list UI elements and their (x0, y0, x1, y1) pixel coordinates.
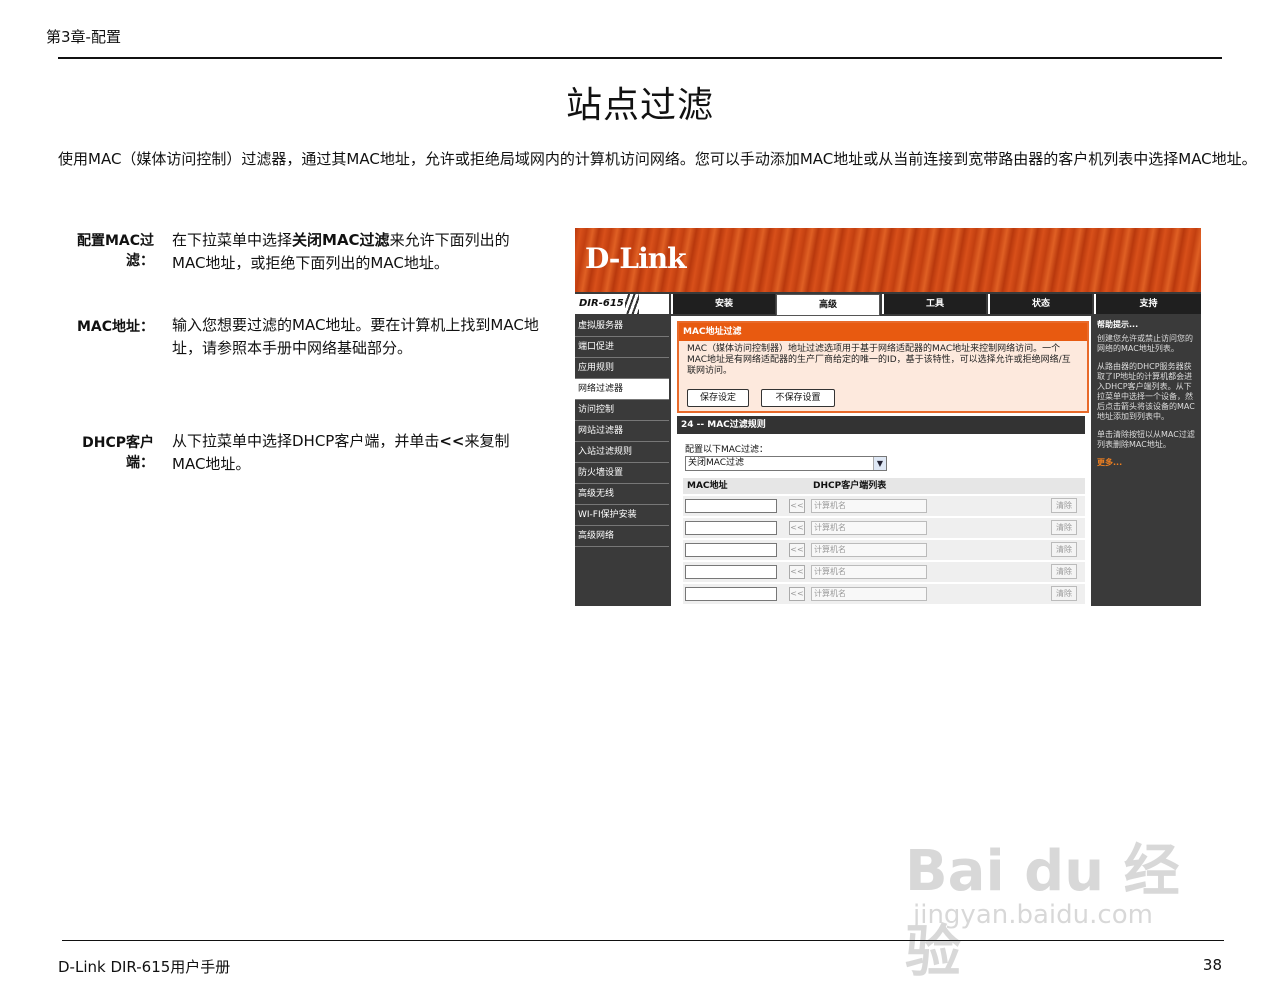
mac-address-input[interactable] (685, 587, 777, 601)
nav-advanced-wireless[interactable]: 高级无线 (575, 484, 669, 505)
model-label: DIR-615 (575, 294, 669, 314)
footer-rule (62, 940, 1224, 941)
item-desc-dhcp-client: 从下拉菜单中选择DHCP客户端，并单击<<来复制MAC地址。 (172, 432, 510, 473)
help-text-2: 从路由器的DHCP服务器获取了IP地址的计算机都会进入DHCP客户端列表。从下拉… (1097, 362, 1195, 421)
help-more-link[interactable]: 更多... (1093, 458, 1201, 476)
help-sidebar: 帮助提示... 创建您允许或禁止访问您的网络的MAC地址列表。 从路由器的DHC… (1093, 316, 1201, 606)
nav-website-filter[interactable]: 网站过滤器 (575, 421, 669, 442)
router-banner: D-Link (575, 228, 1201, 292)
nav-application-rules[interactable]: 应用规则 (575, 358, 669, 379)
help-text-1: 创建您允许或禁止访问您的网络的MAC地址列表。 (1097, 334, 1193, 353)
dont-save-button[interactable]: 不保存设置 (761, 389, 835, 407)
tab-advanced[interactable]: 高级 (776, 294, 880, 316)
rule-row: << 计算机名 清除 (683, 584, 1085, 604)
router-sidebar: 虚拟服务器 端口促进 应用规则 网络过滤器 访问控制 网站过滤器 入站过滤规则 … (575, 316, 669, 606)
col-mac-address: MAC地址 (687, 481, 728, 491)
nav-advanced-network[interactable]: 高级网络 (575, 526, 669, 547)
help-title: 帮助提示... (1097, 320, 1139, 329)
nav-virtual-server[interactable]: 虚拟服务器 (575, 316, 669, 337)
nav-port-forwarding[interactable]: 端口促进 (575, 337, 669, 358)
item-desc-mac-address: 输入您想要过滤的MAC地址。要在计算机上找到MAC地址，请参照本手册中网络基础部… (172, 316, 539, 357)
mac-address-input[interactable] (685, 521, 777, 535)
copy-mac-button[interactable]: << (789, 565, 805, 579)
chapter-header: 第3章-配置 (46, 28, 121, 46)
rules-column-header: MAC地址 DHCP客户端列表 (683, 478, 1085, 494)
mac-address-input[interactable] (685, 543, 777, 557)
nav-network-filter[interactable]: 网络过滤器 (575, 379, 669, 400)
clear-button[interactable]: 清除 (1051, 498, 1077, 513)
dhcp-client-select[interactable]: 计算机名 (811, 565, 927, 579)
mac-rules-title: 24 -- MAC过滤规则 (677, 416, 1085, 434)
config-filter-label: 配置以下MAC过滤： (685, 445, 769, 455)
copy-mac-button[interactable]: << (789, 521, 805, 535)
dhcp-client-select[interactable]: 计算机名 (811, 521, 927, 535)
dhcp-client-select[interactable]: 计算机名 (811, 587, 927, 601)
item-desc-config-mac: 在下拉菜单中选择关闭MAC过滤来允许下面列出的MAC地址，或拒绝下面列出的MAC… (172, 231, 510, 272)
mac-address-input[interactable] (685, 499, 777, 513)
col-dhcp-list: DHCP客户端列表 (813, 481, 887, 491)
mac-address-input[interactable] (685, 565, 777, 579)
intro-paragraph: 使用MAC（媒体访问控制）过滤器，通过其MAC地址，允许或拒绝局域网内的计算机访… (58, 150, 1257, 168)
mac-rules-panel: 24 -- MAC过滤规则 配置以下MAC过滤： 关闭MAC过滤 ▼ MAC地址 … (677, 416, 1085, 606)
page-title: 站点过滤 (565, 85, 714, 126)
config-filter-select[interactable]: 关闭MAC过滤 ▼ (685, 456, 887, 471)
dhcp-client-select[interactable]: 计算机名 (811, 499, 927, 513)
watermark-url: jingyan.baidu.com (913, 900, 1153, 930)
item-label-mac-address: MAC地址： (76, 319, 154, 335)
rule-row: << 计算机名 清除 (683, 540, 1085, 560)
nav-access-control[interactable]: 访问控制 (575, 400, 669, 421)
copy-mac-button[interactable]: << (789, 587, 805, 601)
router-main: MAC地址过滤 MAC（媒体访问控制器）地址过滤选项用于基于网络适配器的MAC地… (671, 316, 1091, 606)
header-rule (58, 57, 1222, 59)
dhcp-client-select[interactable]: 计算机名 (811, 543, 927, 557)
copy-mac-button[interactable]: << (789, 499, 805, 513)
item-label-config-mac: 配置MAC过滤： (76, 233, 154, 269)
tab-support[interactable]: 支持 (1094, 294, 1201, 314)
nav-inbound-filter[interactable]: 入站过滤规则 (575, 442, 669, 463)
nav-wifi-protected-setup[interactable]: WI-FI保护安装 (575, 505, 669, 526)
nav-firewall-settings[interactable]: 防火墙设置 (575, 463, 669, 484)
tab-setup[interactable]: 安装 (671, 294, 775, 314)
rule-row: << 计算机名 清除 (683, 518, 1085, 538)
footer-manual-title: D-Link DIR-615用户手册 (58, 958, 231, 976)
router-screenshot: D-Link DIR-615 安装 高级 工具 状态 支持 虚拟服务器 端口促进… (575, 228, 1201, 606)
item-label-dhcp-client: DHCP客户端： (82, 435, 154, 471)
mac-filter-panel: MAC地址过滤 MAC（媒体访问控制器）地址过滤选项用于基于网络适配器的MAC地… (677, 321, 1089, 413)
chevron-down-icon: ▼ (873, 457, 886, 470)
dlink-logo: D-Link (585, 242, 687, 275)
clear-button[interactable]: 清除 (1051, 542, 1077, 557)
tab-status[interactable]: 状态 (988, 294, 1092, 314)
mac-filter-description: MAC（媒体访问控制器）地址过滤选项用于基于网络适配器的MAC地址来控制网络访问… (687, 344, 1071, 376)
mac-filter-title: MAC地址过滤 (679, 323, 1087, 341)
baidu-watermark: Bai du 经验 jingyan.baidu.com (905, 800, 1205, 985)
clear-button[interactable]: 清除 (1051, 564, 1077, 579)
help-text-3: 单击清除按钮以从MAC过滤列表删除MAC地址。 (1097, 430, 1195, 449)
copy-mac-button[interactable]: << (789, 543, 805, 557)
clear-button[interactable]: 清除 (1051, 586, 1077, 601)
tab-tools[interactable]: 工具 (882, 294, 986, 314)
clear-button[interactable]: 清除 (1051, 520, 1077, 535)
rule-row: << 计算机名 清除 (683, 562, 1085, 582)
page-number: 38 (1202, 956, 1222, 974)
save-settings-button[interactable]: 保存设定 (687, 389, 749, 407)
rule-row: << 计算机名 清除 (683, 496, 1085, 516)
